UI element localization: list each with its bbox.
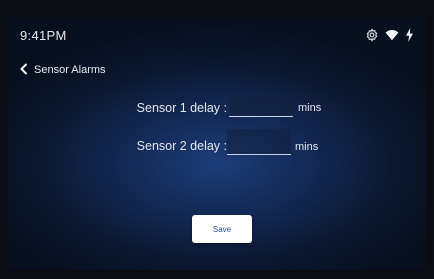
status-bar: 9:41PM [8,17,426,53]
sensor-1-row: Sensor 1 delay : mins [8,97,426,121]
device-bezel: 9:41PM Sensor Alarms Sensor 1 delay: mi… [0,0,434,279]
wifi-icon [385,29,399,41]
sensor-2-row: Sensor 2 delay : mins [8,129,426,159]
chevron-left-icon [20,62,28,78]
sensor-1-delay-input[interactable] [229,97,293,117]
sensor-1-unit: mins [298,102,322,114]
back-button[interactable]: Sensor Alarms [20,62,106,78]
save-button[interactable]: Save [192,215,252,243]
sensor-2-label: Sensor 2 delay : [136,139,227,153]
gear-icon[interactable] [365,28,379,42]
status-icons [365,26,414,44]
lightning-icon [405,28,414,42]
sensor-2-delay-input[interactable] [227,129,291,155]
sensor-2-unit: mins [295,141,319,153]
screen: 9:41PM Sensor Alarms Sensor 1 delay: mi… [8,17,426,270]
page-title: Sensor Alarms [34,64,106,76]
sensor-1-label: Sensor 1 delay : [136,101,227,115]
clock-time: 9:41PM [20,28,67,43]
